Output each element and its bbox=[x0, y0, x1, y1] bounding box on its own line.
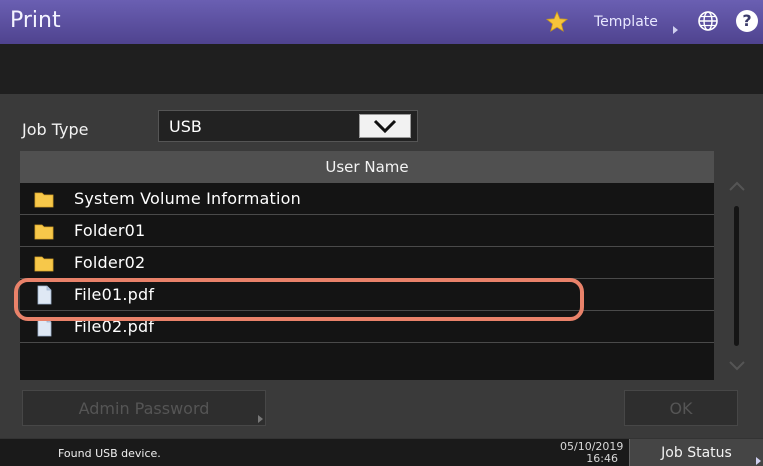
job-type-label: Job Type bbox=[22, 120, 89, 139]
star-icon[interactable] bbox=[545, 10, 569, 34]
page-title: Print bbox=[10, 8, 61, 33]
ok-label: OK bbox=[669, 399, 693, 418]
expand-triangle-icon bbox=[258, 415, 263, 423]
highlight-annotation bbox=[14, 278, 584, 321]
list-item[interactable]: Folder02 bbox=[20, 247, 714, 279]
list-item-label: Folder02 bbox=[74, 253, 146, 272]
job-status-button[interactable]: Job Status bbox=[629, 439, 763, 466]
column-header-user-name: User Name bbox=[325, 158, 409, 176]
file-list: User Name System Volume Information Fold… bbox=[20, 151, 714, 380]
folder-icon bbox=[34, 192, 54, 208]
chevron-down-icon bbox=[373, 119, 397, 134]
expand-triangle-icon bbox=[756, 457, 761, 465]
chevron-up-icon[interactable] bbox=[728, 180, 746, 192]
admin-password-label: Admin Password bbox=[78, 399, 210, 418]
status-bar: Found USB device. 05/10/2019 16:46 Job S… bbox=[0, 438, 763, 466]
top-band bbox=[0, 44, 763, 94]
status-time: 16:46 bbox=[586, 452, 618, 465]
job-type-value: USB bbox=[169, 117, 202, 136]
title-bar: Print Template ? bbox=[0, 0, 763, 44]
folder-icon bbox=[34, 224, 54, 240]
job-type-select[interactable]: USB bbox=[158, 110, 418, 142]
folder-icon bbox=[34, 256, 54, 272]
job-type-dropdown-button[interactable] bbox=[359, 114, 411, 138]
scrollbar-track[interactable] bbox=[734, 206, 739, 346]
help-icon[interactable]: ? bbox=[736, 10, 758, 32]
job-status-label: Job Status bbox=[661, 445, 732, 461]
admin-password-button[interactable]: Admin Password bbox=[22, 390, 266, 426]
status-message: Found USB device. bbox=[58, 447, 161, 460]
ok-button[interactable]: OK bbox=[624, 390, 738, 426]
list-item[interactable]: Folder01 bbox=[20, 215, 714, 247]
chevron-down-icon[interactable] bbox=[728, 360, 746, 372]
list-item[interactable]: System Volume Information bbox=[20, 183, 714, 215]
list-item-label: System Volume Information bbox=[74, 189, 301, 208]
template-label: Template bbox=[594, 14, 658, 30]
template-button[interactable]: Template bbox=[584, 8, 680, 36]
list-header: User Name bbox=[20, 151, 714, 183]
list-item-label: Folder01 bbox=[74, 221, 146, 240]
globe-icon[interactable] bbox=[697, 10, 719, 32]
status-datetime: 05/10/2019 16:46 bbox=[560, 441, 623, 465]
expand-triangle-icon bbox=[673, 26, 678, 34]
